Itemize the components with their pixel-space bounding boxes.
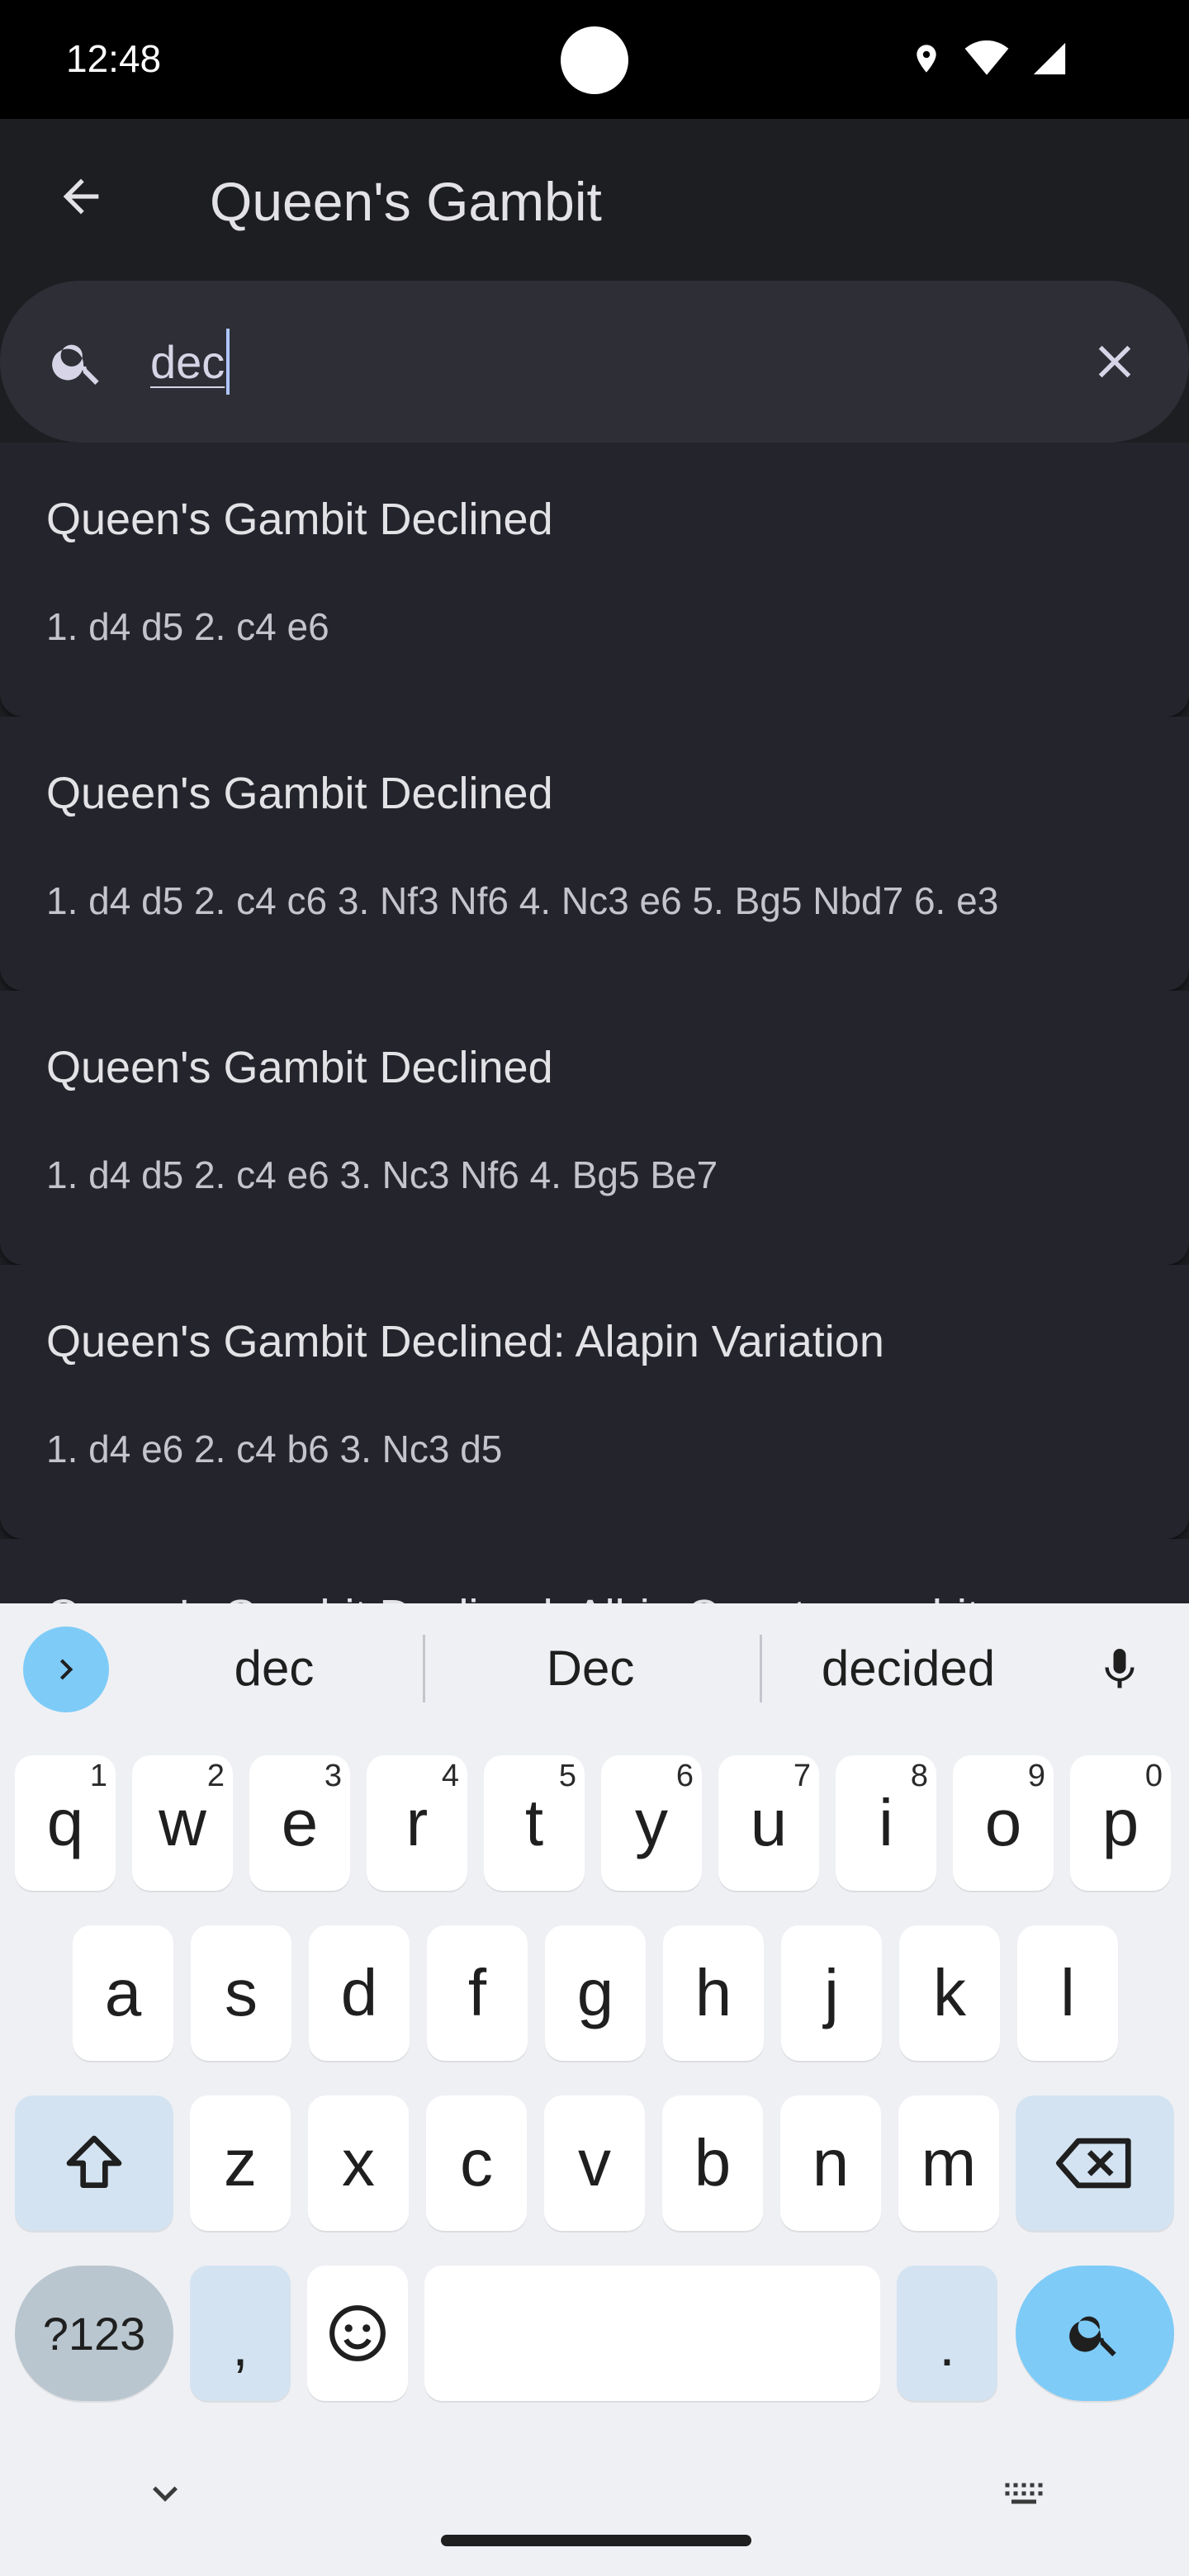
clear-search-button[interactable] (1075, 322, 1154, 401)
hide-keyboard-button[interactable] (140, 2469, 190, 2518)
key-hint: 8 (910, 1759, 928, 1793)
key-hint: 9 (1027, 1759, 1045, 1793)
key-z[interactable]: z (190, 2095, 291, 2231)
emoji-icon (329, 2305, 386, 2361)
backspace-icon (1056, 2138, 1131, 2189)
page-title: Queen's Gambit (210, 171, 602, 232)
emoji-key[interactable] (307, 2266, 408, 2401)
status-icons (910, 36, 1068, 81)
result-card[interactable]: Queen's Gambit Declined: Alapin Variatio… (0, 1265, 1189, 1539)
key-l[interactable]: l (1017, 1925, 1118, 2061)
key-hint: 2 (206, 1759, 225, 1793)
key-s[interactable]: s (191, 1925, 291, 2061)
camera-cutout (561, 26, 628, 94)
keyboard: dec Dec decided q1w2e3r4t5y6u7i8o9p0 asd… (0, 1603, 1189, 2576)
back-button[interactable] (41, 157, 121, 236)
opening-moves: 1. d4 d5 2. c4 c6 3. Nf3 Nf6 4. Nc3 e6 5… (46, 879, 999, 922)
chevron-right-icon (59, 1659, 73, 1680)
app-bar: Queen's Gambit (0, 119, 1189, 281)
suggestion-strip: dec Dec decided (0, 1603, 1189, 1735)
keyboard-switch-button[interactable] (999, 2469, 1049, 2518)
search-icon (1069, 2316, 1116, 2356)
key-a[interactable]: a (73, 1925, 173, 2061)
key-q[interactable]: q1 (15, 1755, 116, 1891)
opening-name: Queen's Gambit Declined (46, 769, 553, 818)
key-w[interactable]: w2 (132, 1755, 233, 1891)
key-p[interactable]: p0 (1070, 1755, 1171, 1891)
key-h[interactable]: h (663, 1925, 764, 2061)
status-time: 12:48 (66, 37, 162, 80)
results-list: Queen's Gambit Declined 1. d4 d5 2. c4 e… (0, 443, 1189, 1603)
backspace-key[interactable] (1016, 2095, 1174, 2231)
opening-name: Queen's Gambit Declined (46, 495, 553, 544)
arrow-left-icon (63, 178, 99, 215)
key-hint: 0 (1144, 1759, 1163, 1793)
chevron-down-icon (153, 2486, 178, 2502)
result-card[interactable]: Queen's Gambit Declined: Albin Counterga… (0, 1539, 1189, 1603)
key-n[interactable]: n (780, 2095, 881, 2231)
comma-key[interactable]: , (190, 2266, 291, 2401)
key-v[interactable]: v (544, 2095, 645, 2231)
key-hint: 6 (675, 1759, 694, 1793)
result-card[interactable]: Queen's Gambit Declined 1. d4 d5 2. c4 e… (0, 991, 1189, 1265)
key-hint: 1 (89, 1759, 107, 1793)
key-k[interactable]: k (899, 1925, 1000, 2061)
search-action-key[interactable] (1016, 2266, 1174, 2401)
opening-name: Queen's Gambit Declined (46, 1043, 553, 1092)
key-e[interactable]: e3 (249, 1755, 350, 1891)
key-r[interactable]: r4 (367, 1755, 467, 1891)
key-hint: 3 (324, 1759, 342, 1793)
key-j[interactable]: j (781, 1925, 882, 2061)
wifi-icon (964, 40, 1009, 75)
suggestion[interactable]: dec (126, 1640, 423, 1697)
key-m[interactable]: m (898, 2095, 999, 2231)
key-f[interactable]: f (427, 1925, 528, 2061)
shift-icon (66, 2135, 122, 2188)
close-icon (1098, 345, 1131, 378)
key-d[interactable]: d (309, 1925, 410, 2061)
symbols-key[interactable]: ?123 (15, 2266, 173, 2401)
result-card[interactable]: Queen's Gambit Declined 1. d4 d5 2. c4 c… (0, 717, 1189, 991)
key-y[interactable]: y6 (601, 1755, 702, 1891)
key-i[interactable]: i8 (836, 1755, 936, 1891)
shift-key[interactable] (15, 2095, 173, 2231)
key-g[interactable]: g (545, 1925, 646, 2061)
microphone-icon (1105, 1649, 1135, 1688)
key-x[interactable]: x (308, 2095, 409, 2231)
key-hint: 7 (793, 1759, 811, 1793)
status-bar: 12:48 (0, 0, 1189, 119)
key-t[interactable]: t5 (484, 1755, 585, 1891)
keyboard-icon (1005, 2483, 1043, 2504)
home-indicator[interactable] (441, 2535, 751, 2546)
period-key[interactable]: . (897, 2266, 997, 2401)
suggestion[interactable]: Dec (442, 1640, 739, 1697)
key-o[interactable]: o9 (953, 1755, 1054, 1891)
opening-moves: 1. d4 e6 2. c4 b6 3. Nc3 d5 (46, 1428, 503, 1470)
search-bar: dec (0, 281, 1189, 443)
suggestion-divider (423, 1635, 425, 1702)
expand-suggestions-button[interactable] (23, 1627, 109, 1712)
opening-name: Queen's Gambit Declined: Albin Counterga… (46, 1590, 979, 1603)
result-card[interactable]: Queen's Gambit Declined 1. d4 d5 2. c4 e… (0, 443, 1189, 717)
key-u[interactable]: u7 (718, 1755, 819, 1891)
text-caret (226, 329, 230, 395)
microphone-button[interactable] (1085, 1635, 1154, 1704)
space-key[interactable] (424, 2266, 880, 2401)
key-hint: 5 (558, 1759, 576, 1793)
suggestion[interactable]: decided (760, 1640, 1057, 1697)
key-hint: 4 (441, 1759, 459, 1793)
opening-name: Queen's Gambit Declined: Alapin Variatio… (46, 1317, 884, 1366)
key-b[interactable]: b (662, 2095, 763, 2231)
search-input-text: dec (150, 335, 225, 388)
location-icon (917, 45, 936, 73)
search-input[interactable]: dec (150, 327, 230, 396)
opening-moves: 1. d4 d5 2. c4 e6 (46, 605, 329, 648)
opening-moves: 1. d4 d5 2. c4 e6 3. Nc3 Nf6 4. Bg5 Be7 (46, 1153, 718, 1196)
signal-icon (1033, 42, 1066, 75)
key-c[interactable]: c (426, 2095, 527, 2231)
keyboard-nav-bar (0, 2427, 1189, 2576)
search-icon (38, 322, 117, 401)
